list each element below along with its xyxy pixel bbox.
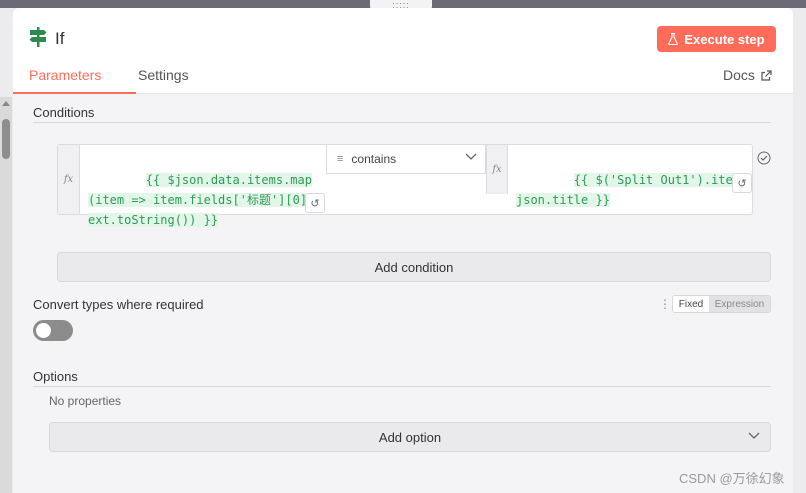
- switch-knob: [36, 323, 51, 338]
- operator-label: contains: [351, 152, 397, 166]
- node-title: If: [55, 29, 65, 48]
- add-option-button[interactable]: Add option: [49, 422, 771, 452]
- options-divider: [33, 386, 771, 387]
- execute-step-button[interactable]: Execute step: [657, 26, 776, 52]
- right-reset-icon[interactable]: ↺: [732, 173, 752, 193]
- mode-fixed[interactable]: Fixed: [673, 296, 709, 312]
- fx-left-label: fx: [58, 145, 80, 214]
- add-condition-button[interactable]: Add condition: [57, 252, 771, 282]
- flask-icon: [668, 33, 679, 45]
- scrollbar[interactable]: [0, 97, 12, 493]
- docs-label: Docs: [723, 67, 755, 83]
- right-value-input[interactable]: {{ $('Split Out1').item.json.title }}: [516, 150, 751, 230]
- options-title: Options: [33, 369, 78, 384]
- conditions-divider: [33, 122, 771, 123]
- condition-row: fx {{ $json.data.items.map(item => item.…: [57, 144, 753, 227]
- operator-select[interactable]: ≡ contains: [326, 145, 486, 174]
- fixed-expression-toggle[interactable]: Fixed Expression: [672, 295, 771, 313]
- more-options-icon[interactable]: ⋮: [659, 297, 671, 311]
- chevron-down-icon: [465, 153, 477, 160]
- tab-parameters[interactable]: Parameters: [29, 67, 101, 83]
- scroll-up-icon[interactable]: [2, 101, 10, 106]
- left-reset-icon[interactable]: ↺: [305, 193, 325, 213]
- left-value-text: {{ $json.data.items.map(item => item.fie…: [88, 173, 322, 227]
- chevron-down-icon: [748, 432, 760, 439]
- no-properties-text: No properties: [49, 394, 122, 408]
- parameters-content: Conditions fx {{ $json.data.items.map(it…: [13, 94, 793, 493]
- tab-settings[interactable]: Settings: [138, 67, 189, 83]
- tab-bar: Parameters Settings Docs: [13, 64, 793, 94]
- docs-link[interactable]: Docs: [723, 67, 772, 83]
- check-circle-icon[interactable]: [757, 151, 771, 165]
- watermark-text: CSDN @万徐幻象: [679, 471, 785, 486]
- left-value-input[interactable]: {{ $json.data.items.map(item => item.fie…: [88, 150, 323, 250]
- add-option-label: Add option: [378, 429, 442, 445]
- right-value-text: {{ $('Split Out1').item.json.title }}: [516, 173, 748, 207]
- mode-expression[interactable]: Expression: [709, 296, 770, 312]
- signpost-icon: [29, 27, 47, 47]
- convert-types-switch[interactable]: [33, 320, 73, 341]
- conditions-title: Conditions: [33, 105, 95, 120]
- fx-right-label: fx: [486, 145, 508, 194]
- scrollbar-thumb[interactable]: [2, 119, 10, 159]
- node-panel: If Execute step Parameters Settings Docs…: [13, 8, 793, 493]
- convert-types-label: Convert types where required: [33, 297, 204, 312]
- execute-step-label: Execute step: [684, 31, 765, 47]
- list-icon: ≡: [337, 153, 344, 165]
- external-link-icon: [761, 69, 772, 81]
